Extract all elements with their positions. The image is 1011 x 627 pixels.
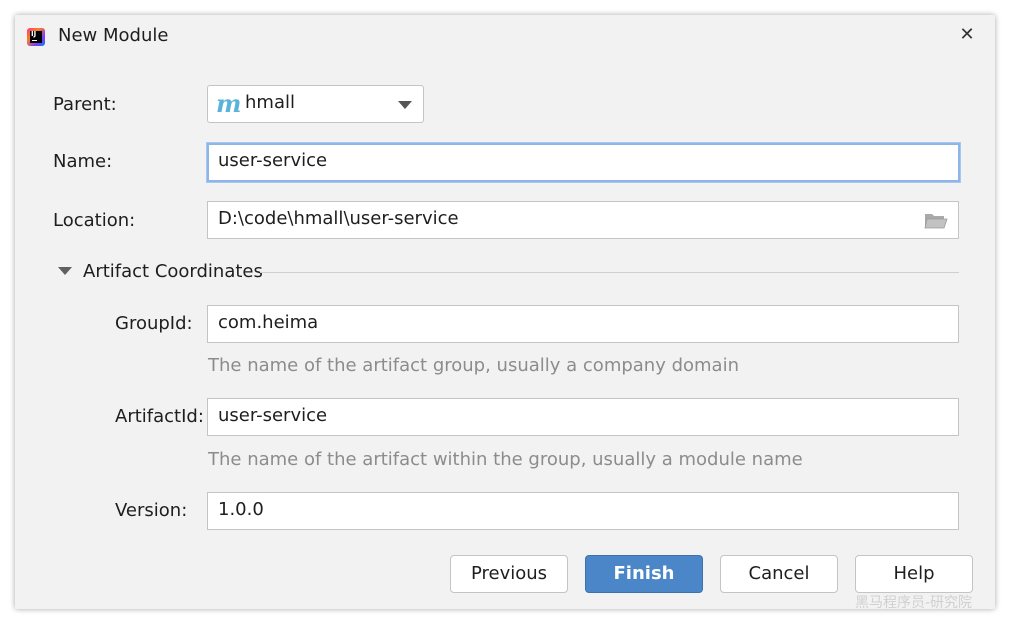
groupid-label: GroupId: [115,313,193,334]
name-input[interactable]: user-service [207,143,960,182]
dialog-title: New Module [58,25,169,46]
groupid-hint: The name of the artifact group, usually … [208,355,739,376]
maven-m-icon: m [216,89,242,118]
watermark: 黑马程序员-研究院 [855,595,973,611]
version-input[interactable]: 1.0.0 [207,492,959,530]
finish-button[interactable]: Finish [585,555,703,593]
cancel-button[interactable]: Cancel [720,555,838,593]
parent-label: Parent: [53,94,117,115]
artifact-coordinates-title[interactable]: Artifact Coordinates [83,261,263,282]
parent-value: hmall [245,92,295,113]
new-module-dialog: IJ New Module ✕ Parent: m hmall Name: us… [15,15,995,609]
help-button[interactable]: Help [855,555,973,593]
location-input[interactable]: D:\code\hmall\user-service [207,201,959,239]
section-divider [260,272,959,273]
close-button[interactable]: ✕ [955,23,979,47]
groupid-input[interactable]: com.heima [207,305,959,343]
intellij-idea-icon: IJ [27,28,45,46]
location-label: Location: [53,210,136,231]
app-icon-text: IJ [31,30,37,38]
close-icon: ✕ [959,24,975,45]
folder-icon[interactable] [924,211,948,229]
previous-button[interactable]: Previous [450,555,568,593]
collapse-arrow-icon[interactable] [58,267,72,275]
name-label: Name: [53,151,113,172]
location-value: D:\code\hmall\user-service [218,208,459,229]
title-bar: IJ New Module ✕ [15,15,995,57]
artifactid-hint: The name of the artifact within the grou… [208,449,803,470]
version-label: Version: [115,500,188,521]
chevron-down-icon[interactable] [398,101,412,109]
artifactid-input[interactable]: user-service [207,398,959,436]
artifactid-label: ArtifactId: [115,406,204,427]
parent-select[interactable]: m hmall [207,85,424,123]
